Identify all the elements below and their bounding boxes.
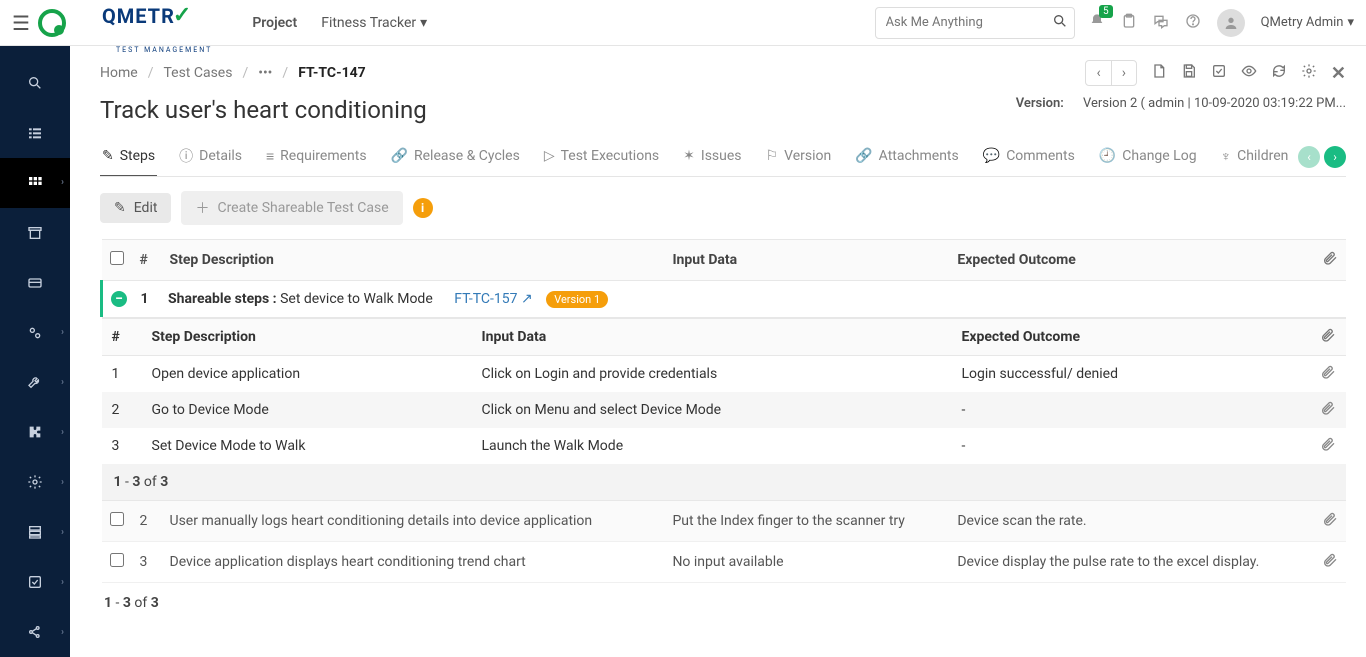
info-badge-icon[interactable]: i	[413, 198, 433, 218]
pdf-icon[interactable]	[1151, 63, 1167, 83]
avatar[interactable]	[1217, 9, 1245, 37]
inner-steps-wrap: # Step Description Input Data Expected O…	[102, 317, 1347, 501]
shareable-steps-row[interactable]: − 1 Shareable steps : Set device to Walk…	[102, 281, 1347, 318]
crumb-home[interactable]: Home	[100, 65, 138, 81]
linked-tc-id[interactable]: FT-TC-157 ↗	[454, 291, 532, 307]
tab-children[interactable]: ♆ Children	[1219, 138, 1290, 176]
select-all-checkbox[interactable]	[110, 251, 124, 265]
caret-down-icon: ▾	[1347, 15, 1354, 30]
gear-icon[interactable]	[1301, 63, 1317, 83]
inner-step-row[interactable]: 3Set Device Mode to WalkLaunch the Walk …	[102, 428, 1347, 464]
chat-icon[interactable]	[1153, 13, 1169, 33]
share-step-num: 1	[140, 291, 148, 307]
prev-button[interactable]: ‹	[1086, 61, 1111, 85]
eye-icon[interactable]	[1241, 63, 1257, 83]
step-row[interactable]: 2User manually logs heart conditioning d…	[102, 501, 1347, 542]
share-label: Shareable steps :	[168, 291, 277, 307]
hamburger-icon[interactable]: ☰	[12, 11, 30, 35]
refresh-icon[interactable]	[1271, 63, 1287, 83]
steps-table: # Step Description Input Data Expected O…	[100, 239, 1346, 583]
edit-button[interactable]: ✎ Edit	[100, 193, 171, 223]
checkbox-icon[interactable]	[1211, 63, 1227, 83]
sidebar-list[interactable]	[0, 108, 70, 158]
version-info: Version: Version 2 ( admin | 10-09-2020 …	[1016, 96, 1346, 111]
crumb-more[interactable]: •••	[258, 65, 272, 81]
tab-release[interactable]: 🔗 Release & Cycles	[389, 138, 522, 176]
tabs-scroll-right[interactable]: ›	[1324, 146, 1346, 168]
version-pill: Version 1	[546, 291, 608, 308]
inner-step-row[interactable]: 2Go to Device ModeClick on Menu and sele…	[102, 392, 1347, 428]
crumb-tests[interactable]: Test Cases	[163, 65, 232, 81]
caret-down-icon: ▾	[420, 15, 427, 31]
inner-step-row[interactable]: 1Open device applicationClick on Login a…	[102, 356, 1347, 393]
outer-pagination: 1 - 3 of 3	[100, 583, 1346, 623]
tab-requirements[interactable]: ≡ Requirements	[264, 138, 369, 176]
sidebar-puzzle[interactable]: ›	[0, 407, 70, 457]
tab-issues[interactable]: ✶ Issues	[681, 138, 743, 176]
step-row[interactable]: 3Device application displays heart condi…	[102, 542, 1347, 583]
sidebar-share[interactable]: ›	[0, 607, 70, 657]
sidebar-wrench[interactable]: ›	[0, 358, 70, 408]
save-icon[interactable]	[1181, 63, 1197, 83]
tab-steps[interactable]: ✎ Steps	[100, 138, 157, 176]
sidebar-server[interactable]: ›	[0, 507, 70, 557]
tab-comments[interactable]: 💬 Comments	[981, 138, 1077, 176]
tab-attachments[interactable]: 🔗 Attachments	[853, 138, 961, 176]
breadcrumb: Home/ Test Cases/ •••/ FT-TC-147	[100, 65, 366, 81]
col-desc: Step Description	[162, 240, 665, 281]
project-selector[interactable]: Fitness Tracker ▾	[321, 15, 427, 31]
tab-version[interactable]: ⚐ Version	[764, 138, 834, 176]
bell-icon[interactable]: 5	[1089, 13, 1105, 33]
inner-pagination: 1 - 3 of 3	[102, 464, 1347, 500]
project-label[interactable]: Project	[252, 15, 297, 31]
page-title: Track user's heart conditioning	[100, 96, 427, 124]
help-icon[interactable]	[1185, 13, 1201, 33]
crumb-current: FT-TC-147	[298, 65, 366, 81]
row-checkbox[interactable]	[110, 512, 124, 526]
tabs-scroll-left[interactable]: ‹	[1298, 146, 1320, 168]
tab-details[interactable]: ⓘ Details	[177, 138, 244, 176]
row-checkbox[interactable]	[110, 553, 124, 567]
share-text: Set device to Walk Mode	[280, 291, 433, 307]
sidebar-card[interactable]	[0, 258, 70, 308]
main-content: Home/ Test Cases/ •••/ FT-TC-147 ‹ › ✕	[70, 46, 1366, 657]
tabs: ✎ Steps ⓘ Details ≡ Requirements 🔗 Relea…	[100, 138, 1346, 177]
col-input: Input Data	[664, 240, 949, 281]
tab-executions[interactable]: ▷ Test Executions	[542, 138, 661, 176]
search-input[interactable]	[886, 15, 1052, 30]
user-menu[interactable]: QMetry Admin ▾	[1261, 15, 1354, 30]
page-actions: ‹ › ✕	[1085, 60, 1346, 86]
collapse-icon[interactable]: −	[111, 291, 127, 307]
tab-changelog[interactable]: 🕘 Change Log	[1097, 138, 1199, 176]
sidebar-check[interactable]: ›	[0, 557, 70, 607]
create-shareable-button[interactable]: ＋ Create Shareable Test Case	[181, 191, 402, 225]
col-attach-icon	[1314, 240, 1346, 281]
sidebar-gears[interactable]: ›	[0, 308, 70, 358]
search-box[interactable]	[875, 7, 1075, 39]
sidebar-archive[interactable]	[0, 208, 70, 258]
notif-badge: 5	[1099, 5, 1113, 18]
col-expected: Expected Outcome	[949, 240, 1314, 281]
col-num: #	[132, 240, 162, 281]
sidebar-gear[interactable]: ›	[0, 457, 70, 507]
close-icon[interactable]: ✕	[1331, 63, 1346, 84]
sidebar-grid[interactable]: ›	[0, 158, 70, 208]
search-icon[interactable]	[1052, 13, 1068, 33]
clipboard-icon[interactable]	[1121, 13, 1137, 33]
topbar: ☰ QMETR✓ TEST MANAGEMENT Project Fitness…	[0, 0, 1366, 46]
sidebar-search[interactable]	[0, 58, 70, 108]
sidebar: › › › › › › › ›	[0, 46, 70, 657]
next-button[interactable]: ›	[1112, 61, 1136, 85]
